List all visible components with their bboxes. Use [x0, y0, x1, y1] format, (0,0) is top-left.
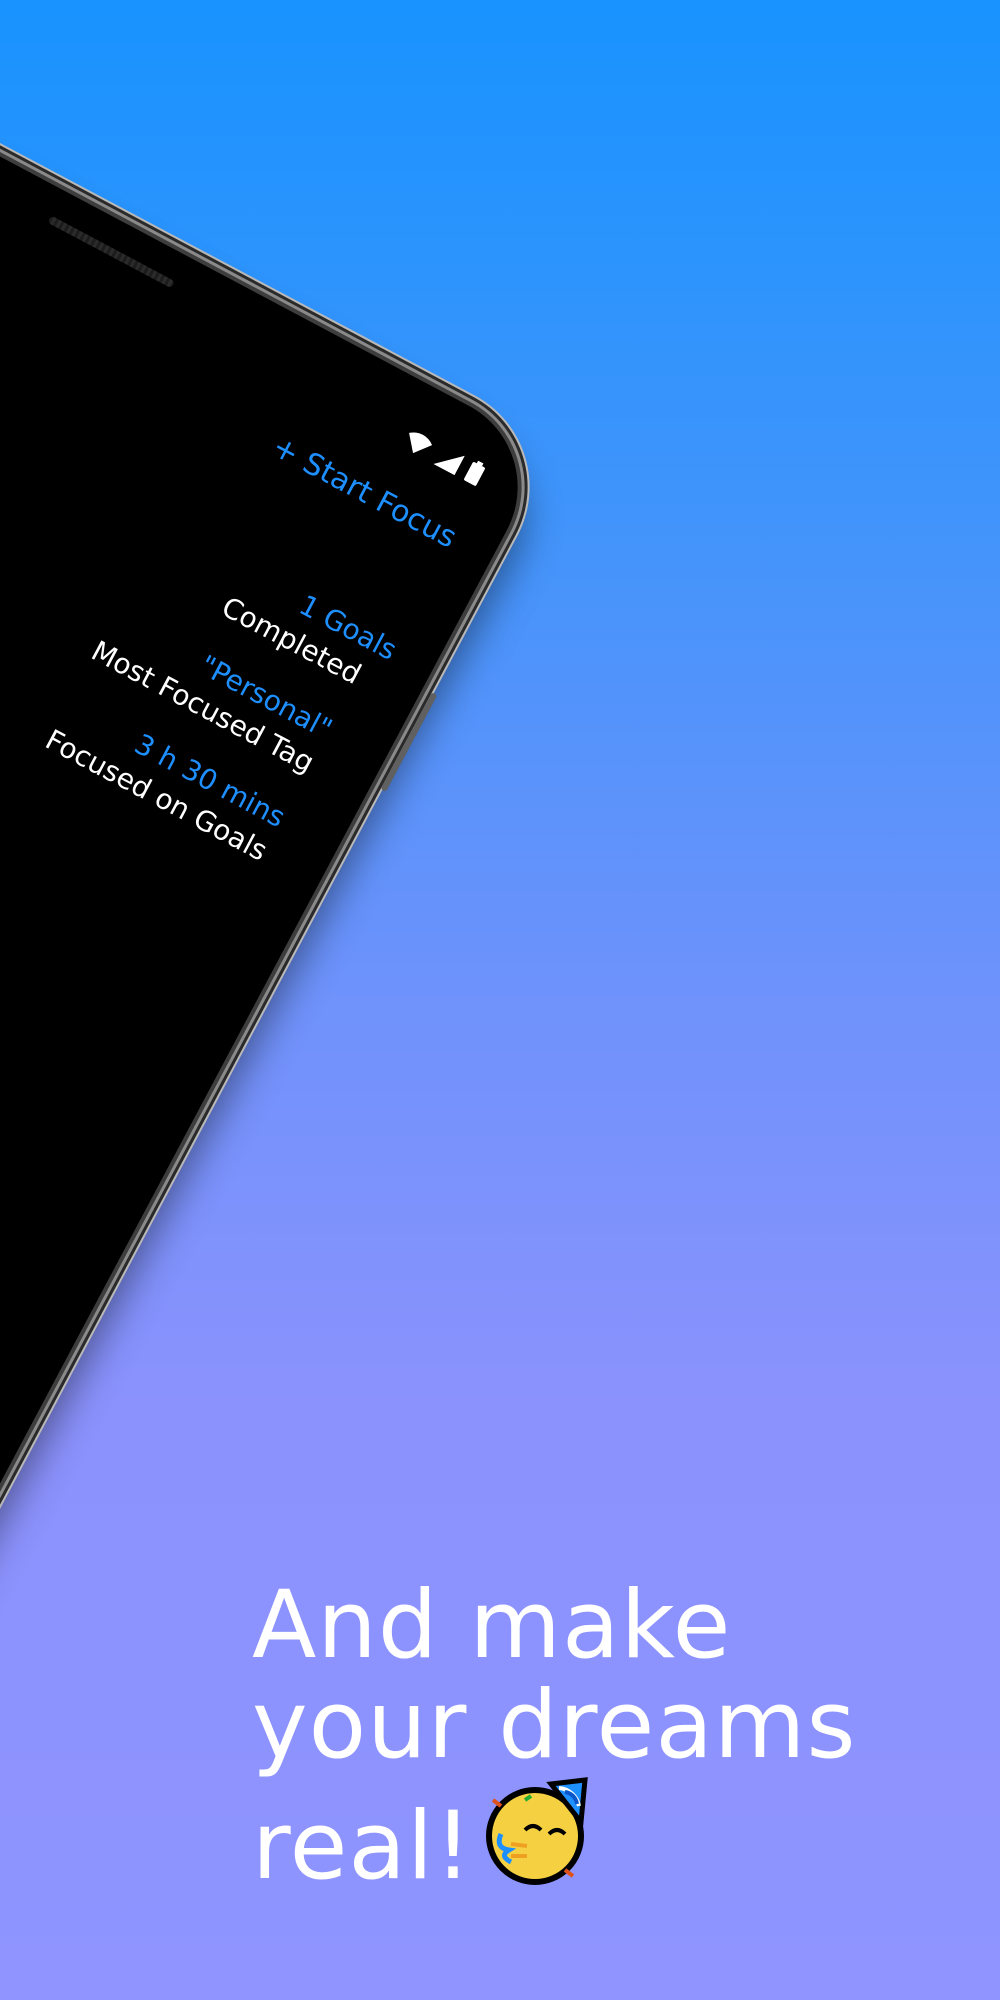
- power-button: [380, 692, 438, 793]
- status-bar: [402, 426, 487, 487]
- headline: And make your dreams real!: [252, 1576, 856, 1907]
- goals-completed-value: 1 Goals: [293, 588, 403, 667]
- headline-line-1: And make: [252, 1571, 732, 1680]
- start-focus-button[interactable]: + Start Focus: [266, 429, 462, 555]
- headline-line-2: your dreams: [252, 1671, 857, 1780]
- headline-line-3: real!: [252, 1776, 856, 1907]
- partying-face-icon: [481, 1776, 593, 1907]
- goals-completed-label: Completed: [216, 590, 367, 691]
- focused-time-label: Focused on Goals: [40, 722, 273, 868]
- phone-device: + Start Focus 1 Goals Completed "Persona…: [0, 110, 551, 1774]
- wifi-icon: [409, 432, 433, 454]
- signal-icon: [433, 455, 465, 476]
- most-focused-tag-value: "Personal": [194, 648, 338, 746]
- focused-time-value: 3 h 30 mins: [129, 727, 291, 834]
- most-focused-tag-label: Most Focused Tag: [86, 634, 320, 780]
- headline-line-3-text: real!: [252, 1792, 473, 1901]
- earpiece-speaker: [47, 215, 175, 289]
- battery-icon: [464, 460, 485, 486]
